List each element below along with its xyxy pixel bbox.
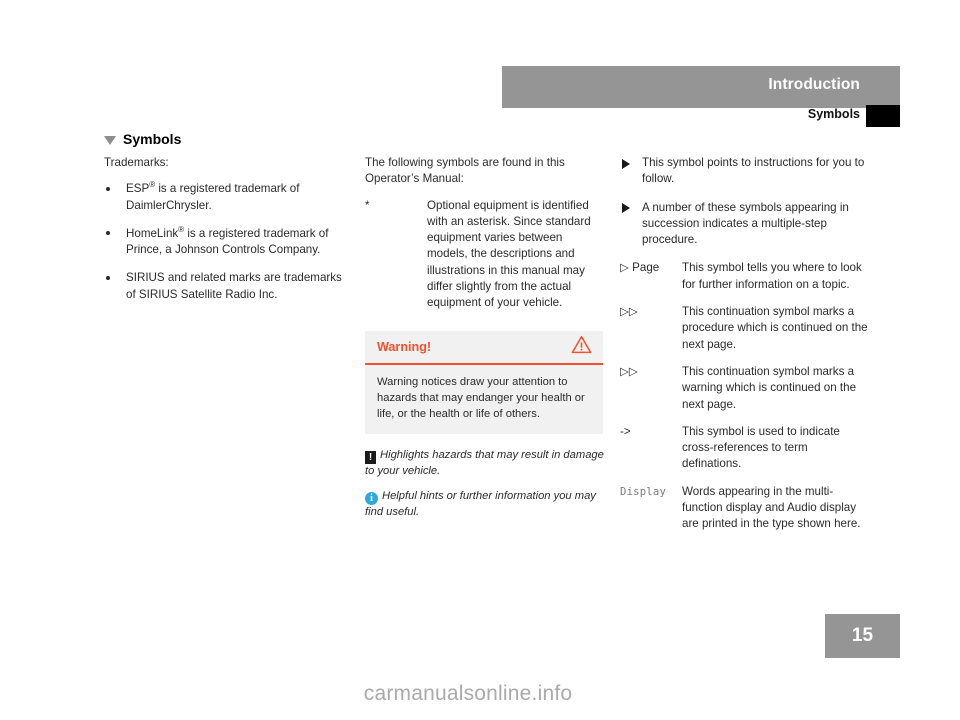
note-hint: i Helpful hints or further information yo… [365, 489, 605, 521]
list-item: ESP® is a registered trademark of Daimle… [104, 181, 347, 214]
definition-text: Words appearing in the multi-function di… [682, 484, 861, 531]
definition-text: This symbol tells you where to look for … [682, 261, 862, 291]
header-bar: Introduction [502, 66, 900, 108]
triangle-down-icon [104, 135, 116, 145]
triangle-right-icon [622, 203, 630, 214]
warning-box-header: Warning! [365, 331, 603, 365]
definition-row-display-type: Display Words appearing in the multi-fun… [620, 484, 868, 533]
list-item: A number of these symbols appearing in s… [620, 200, 868, 249]
document-page: Introduction Symbols Symbols Trademarks:… [0, 0, 960, 720]
watermark: carmanualsonline.info [363, 682, 573, 705]
note-damage-text: Highlights hazards that may result in da… [365, 449, 604, 477]
page-number: 15 [851, 625, 874, 646]
page-title: Introduction [768, 76, 860, 93]
symbols-intro-paragraph: The following symbols are found in this … [365, 156, 565, 186]
continuation-warning-symbol: ▷▷ [620, 364, 638, 378]
definition-text: Optional equipment is identified with an… [427, 198, 591, 310]
list-item-text-pre: SIRIUS and related marks are trademarks … [126, 271, 342, 301]
definition-row-continuation-warning: ▷▷ This continuation symbol marks a warn… [620, 364, 868, 413]
triangle-right-icon [622, 158, 630, 169]
section-heading: Symbols [104, 131, 181, 147]
section-title: Symbols [123, 131, 182, 147]
left-column: Trademarks: ESP® is a registered tradema… [104, 155, 347, 315]
warning-body-text: Warning notices draw your attention to h… [377, 376, 585, 421]
bullet-dot-icon [106, 275, 110, 280]
warning-triangle-icon [571, 335, 592, 359]
list-item: HomeLink® is a registered trademark of P… [104, 226, 347, 259]
bullet-dot-icon [106, 186, 110, 191]
trademark-list: ESP® is a registered trademark of Daimle… [104, 181, 347, 303]
trademarks-label: Trademarks: [104, 156, 169, 169]
warning-title: Warning! [377, 340, 432, 354]
page-reference-symbol: ▷ Page [620, 261, 660, 275]
note-damage: ! Highlights hazards that may result in d… [365, 448, 605, 480]
warning-box: Warning! Warning notices draw your atten… [365, 331, 603, 434]
definition-row-asterisk: * Optional equipment is identified with … [365, 198, 605, 312]
bullet-dot-icon [106, 231, 110, 236]
damage-exclamation-icon: ! [365, 451, 376, 464]
definition-text: This continuation symbol marks a warning… [682, 364, 857, 411]
chapter-thumb-tab [866, 105, 900, 127]
definition-row-cross-reference: -> This symbol is used to indicate cross… [620, 424, 868, 473]
list-item-text-pre: HomeLink [126, 226, 179, 240]
list-item: This symbol points to instructions for y… [620, 155, 868, 188]
definition-text: This continuation symbol marks a procedu… [682, 305, 868, 351]
arrow-symbol-list: This symbol points to instructions for y… [620, 155, 868, 248]
info-circle-icon: i [365, 492, 378, 505]
right-column: This symbol points to instructions for y… [620, 155, 868, 544]
list-item-text: A number of these symbols appearing in s… [642, 200, 849, 247]
header-subtitle: Symbols [807, 107, 860, 121]
list-item-text: This symbol points to instructions for y… [642, 156, 865, 186]
definition-row-continuation-procedure: ▷▷ This continuation symbol marks a proc… [620, 304, 868, 353]
display-type-symbol: Display [620, 485, 667, 498]
note-hint-text: Helpful hints or further information you… [365, 490, 596, 518]
definition-row-page-reference: ▷ Page This symbol tells you where to lo… [620, 260, 868, 293]
list-item-text-pre: ESP [126, 182, 150, 196]
asterisk-symbol: * [365, 198, 370, 212]
continuation-procedure-symbol: ▷▷ [620, 305, 638, 319]
definition-text: This symbol is used to indicate cross-re… [682, 424, 840, 471]
middle-column: The following symbols are found in this … [365, 155, 605, 323]
list-item: SIRIUS and related marks are trademarks … [104, 270, 347, 303]
cross-reference-symbol: -> [620, 424, 631, 438]
page-number-box: 15 [825, 614, 900, 658]
